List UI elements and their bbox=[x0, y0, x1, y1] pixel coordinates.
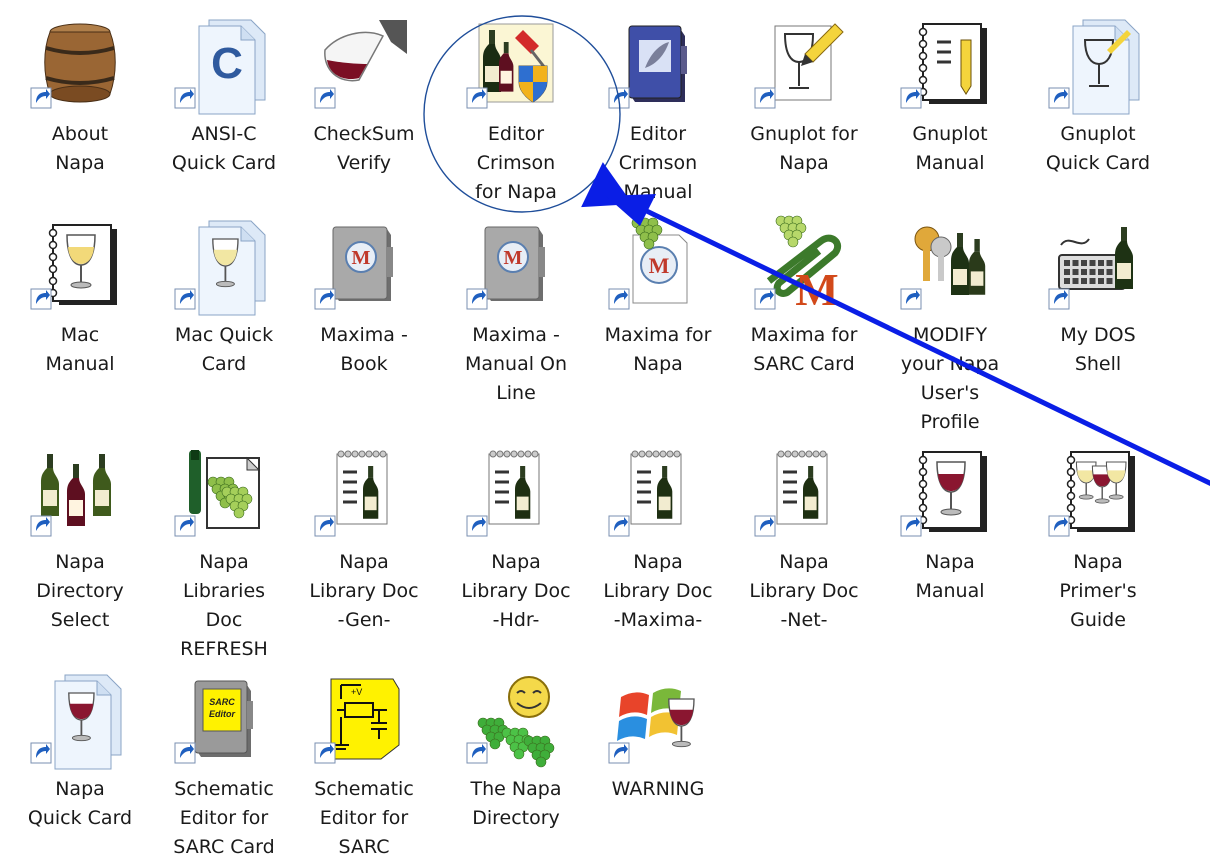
notebook-pencil-icon bbox=[900, 20, 993, 109]
shortcut-label: Maxima - Manual On Line bbox=[464, 324, 568, 404]
svg-text:Editor: Editor bbox=[209, 709, 235, 719]
shortcut-label: My DOS Shell bbox=[1060, 324, 1136, 375]
shortcut-label: Editor Crimson Manual bbox=[618, 123, 698, 203]
windows-wine-icon bbox=[608, 675, 701, 764]
maxima-clip-icon: M bbox=[754, 215, 847, 315]
shortcut-label: Napa Quick Card bbox=[27, 778, 133, 829]
glass-document-icon bbox=[1048, 19, 1141, 115]
shortcut-editor-crimson-for-napa[interactable]: Editor Crimson for Napa bbox=[448, 0, 584, 203]
shortcut-label: Napa Manual bbox=[915, 551, 985, 602]
svg-text:C: C bbox=[211, 39, 243, 88]
feather-book-icon bbox=[608, 20, 701, 109]
three-bottles-icon bbox=[30, 448, 123, 537]
shortcut-gnuplot-quick-card[interactable]: Gnuplot Quick Card bbox=[1030, 0, 1166, 200]
svg-text:+V: +V bbox=[351, 687, 362, 697]
shortcut-the-napa-directory[interactable]: The Napa Directory bbox=[448, 655, 584, 855]
smiley-grapes-icon bbox=[466, 675, 559, 768]
shortcut-label: Maxima for SARC Card bbox=[750, 324, 858, 375]
red-wine-notebook-icon bbox=[900, 448, 993, 537]
shortcut-label: Napa Directory Select bbox=[36, 551, 124, 631]
shortcut-label: Mac Quick Card bbox=[174, 324, 274, 375]
shortcut-napa-primer-s-guide[interactable]: Napa Primer's Guide bbox=[1030, 428, 1166, 631]
desktop: About Napa C ANSI-C Quick Card CheckSum Ver… bbox=[0, 0, 1210, 864]
shortcut-label: Napa Primer's Guide bbox=[1059, 551, 1137, 631]
shortcut-modify-your-napa-user-s-profile[interactable]: MODIFY your Napa User's Profile bbox=[882, 201, 1018, 433]
shortcut-label: Napa Library Doc -Net- bbox=[749, 551, 859, 631]
svg-text:M: M bbox=[504, 247, 523, 269]
glass-pencil-icon bbox=[754, 20, 847, 109]
shortcut-label: Gnuplot for Napa bbox=[750, 123, 858, 174]
shortcut-gnuplot-for-napa[interactable]: Gnuplot for Napa bbox=[736, 0, 872, 200]
shortcut-napa-library-doc-hdr[interactable]: Napa Library Doc -Hdr- bbox=[448, 428, 584, 631]
shortcut-checksum-verify[interactable]: CheckSum Verify bbox=[296, 0, 432, 200]
shortcut-label: Editor Crimson for Napa bbox=[475, 123, 557, 203]
svg-text:M: M bbox=[352, 247, 371, 269]
keyboard-bottle-icon bbox=[1048, 221, 1141, 310]
shortcut-label: Maxima for Napa bbox=[604, 324, 712, 375]
shortcut-maxima-manual-on-line[interactable]: M Maxima - Manual On Line bbox=[448, 201, 584, 404]
keys-bottles-icon bbox=[900, 221, 993, 310]
shortcut-gnuplot-manual[interactable]: Gnuplot Manual bbox=[882, 0, 1018, 200]
shortcut-label: Napa Libraries Doc REFRESH bbox=[180, 551, 268, 660]
shortcut-label: Maxima - Book bbox=[320, 324, 408, 375]
shortcut-maxima-book[interactable]: M Maxima - Book bbox=[296, 201, 432, 401]
shortcut-label: Napa Library Doc -Gen- bbox=[309, 551, 419, 631]
notepad-bottle-icon bbox=[754, 448, 847, 537]
svg-text:M: M bbox=[795, 264, 838, 315]
shortcut-label: Schematic Editor for SARC bbox=[314, 778, 414, 858]
shortcut-editor-crimson-manual[interactable]: Editor Crimson Manual bbox=[590, 0, 726, 203]
shortcut-ansi-c-quick-card[interactable]: C ANSI-C Quick Card bbox=[156, 0, 292, 200]
notepad-bottle-icon bbox=[608, 448, 701, 537]
svg-text:M: M bbox=[649, 253, 670, 278]
shortcut-label: Mac Manual bbox=[45, 324, 115, 375]
shortcut-napa-library-doc-maxima[interactable]: Napa Library Doc -Maxima- bbox=[590, 428, 726, 631]
shortcut-maxima-for-sarc-card[interactable]: M Maxima for SARC Card bbox=[736, 201, 872, 401]
shortcut-napa-directory-select[interactable]: Napa Directory Select bbox=[12, 428, 148, 631]
shortcut-label: The Napa Directory bbox=[470, 778, 562, 829]
schematic-icon: +V bbox=[314, 675, 407, 764]
white-wine-notebook-icon bbox=[30, 221, 123, 310]
shortcut-napa-library-doc-net[interactable]: Napa Library Doc -Net- bbox=[736, 428, 872, 631]
shortcut-napa-quick-card[interactable]: Napa Quick Card bbox=[12, 655, 148, 855]
shortcut-napa-library-doc-gen[interactable]: Napa Library Doc -Gen- bbox=[296, 428, 432, 631]
shortcut-label: MODIFY your Napa User's Profile bbox=[900, 324, 1000, 433]
glasses-notebook-icon bbox=[1048, 448, 1141, 537]
sarc-editor-book-icon: SARC Editor bbox=[174, 675, 267, 764]
shortcut-mac-manual[interactable]: Mac Manual bbox=[12, 201, 148, 401]
notepad-bottle-icon bbox=[314, 448, 407, 537]
shortcut-my-dos-shell[interactable]: My DOS Shell bbox=[1030, 201, 1166, 401]
shortcut-napa-libraries-doc-refresh[interactable]: Napa Libraries Doc REFRESH bbox=[156, 428, 292, 660]
c-document-icon: C bbox=[174, 19, 267, 115]
notepad-bottle-icon bbox=[466, 448, 559, 537]
shortcut-schematic-editor-for-sarc[interactable]: +V Schematic Editor for SARC bbox=[296, 655, 432, 858]
shortcut-label: CheckSum Verify bbox=[313, 123, 415, 174]
maxima-book-icon: M bbox=[466, 221, 559, 310]
shortcut-label: WARNING bbox=[611, 778, 705, 800]
grapes-document-icon bbox=[174, 448, 267, 537]
shortcut-label: Napa Library Doc -Maxima- bbox=[603, 551, 713, 631]
shortcut-maxima-for-napa[interactable]: M Maxima for Napa bbox=[590, 201, 726, 401]
shortcut-label: Schematic Editor for SARC Card bbox=[173, 778, 275, 858]
maxima-grapes-icon: M bbox=[608, 217, 701, 310]
wine-editor-shield-icon bbox=[466, 20, 559, 109]
svg-text:SARC: SARC bbox=[209, 697, 235, 707]
shortcut-mac-quick-card[interactable]: Mac Quick Card bbox=[156, 201, 292, 401]
shortcut-napa-manual[interactable]: Napa Manual bbox=[882, 428, 1018, 628]
red-wine-document-icon bbox=[30, 674, 123, 770]
wine-barrel-icon bbox=[30, 20, 123, 109]
shortcut-about-napa[interactable]: About Napa bbox=[12, 0, 148, 200]
shortcut-label: About Napa bbox=[51, 123, 109, 174]
shortcut-warning[interactable]: WARNING bbox=[590, 655, 726, 855]
shortcut-schematic-editor-for-sarc-card[interactable]: SARC Editor Schematic Editor for SARC Card bbox=[156, 655, 292, 858]
wine-glass-pour-icon bbox=[314, 20, 407, 109]
maxima-book-icon: M bbox=[314, 221, 407, 310]
white-wine-document-icon bbox=[174, 220, 267, 316]
shortcut-label: ANSI-C Quick Card bbox=[171, 123, 277, 174]
shortcut-label: Napa Library Doc -Hdr- bbox=[461, 551, 571, 631]
shortcut-label: Gnuplot Quick Card bbox=[1045, 123, 1151, 174]
shortcut-label: Gnuplot Manual bbox=[912, 123, 988, 174]
